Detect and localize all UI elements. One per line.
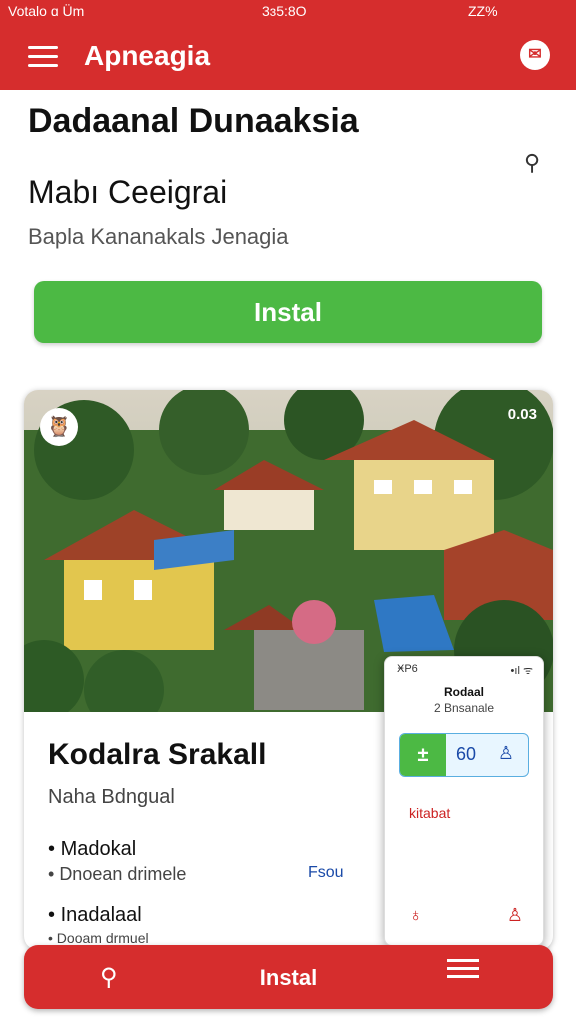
phone-status-right: •ıl ᯤ xyxy=(510,665,533,677)
logo-badge-icon: 🦉 xyxy=(40,408,78,446)
status-battery: ZZ% xyxy=(468,3,498,19)
page-title: Dadaanal Dunaaksia xyxy=(28,102,359,140)
phone-title: Rodaal xyxy=(443,685,484,699)
feature-link[interactable]: Fsou xyxy=(308,864,344,882)
feature-item: • Madokal xyxy=(48,838,137,860)
phone-label: kitabat xyxy=(409,805,451,821)
phone-preview: ӾP6 •ıl ᯤ Rodaal 2 Bnsanale ± 60 ♙ kitab… xyxy=(384,656,544,946)
pin-icon[interactable]: ⚲ xyxy=(524,150,540,176)
page-subtitle: Mabı Ceeigrai xyxy=(28,174,228,210)
phone-subtitle: 2 Bnsanale xyxy=(433,701,495,715)
profile-icon[interactable]: ♙ xyxy=(507,905,523,926)
user-icon[interactable]: ♙ xyxy=(498,743,514,764)
feature-item: • Dnoean drimele xyxy=(48,864,187,884)
status-time: 3ɜ5:8O xyxy=(262,3,307,19)
feature-item: • Dooam drmuel xyxy=(48,930,149,946)
phone-status-left: ӾP6 xyxy=(397,663,418,675)
status-bar: Votalo ɑ Üm 3ɜ5:8O ZZ% xyxy=(0,0,576,24)
bottom-bar: ⚲ Instal xyxy=(24,945,553,1009)
app-title: Apneagia xyxy=(84,40,211,71)
card-title: Kodalra Srakall xyxy=(48,738,267,771)
install-button[interactable]: Instal xyxy=(34,281,542,343)
card-subtitle: Naha Bdngual xyxy=(48,786,175,808)
status-left-text: Votalo ɑ Üm xyxy=(8,3,85,19)
page-caption: Bapla Kananakals Jenagia xyxy=(28,224,289,249)
list-icon[interactable] xyxy=(447,959,479,987)
phone-number: 60 xyxy=(456,744,477,764)
photo-counter: 0.03 xyxy=(507,406,537,423)
plus-icon[interactable]: ± xyxy=(400,734,446,776)
app-bar: Apneagia ✉ xyxy=(0,24,576,90)
bell-icon[interactable]: ♁ xyxy=(409,905,423,926)
chat-icon[interactable]: ✉ xyxy=(520,40,550,70)
phone-control-row[interactable]: ± 60 ♙ xyxy=(399,733,529,777)
menu-icon[interactable] xyxy=(28,46,58,68)
feature-item: • Inadalaal xyxy=(48,904,142,926)
